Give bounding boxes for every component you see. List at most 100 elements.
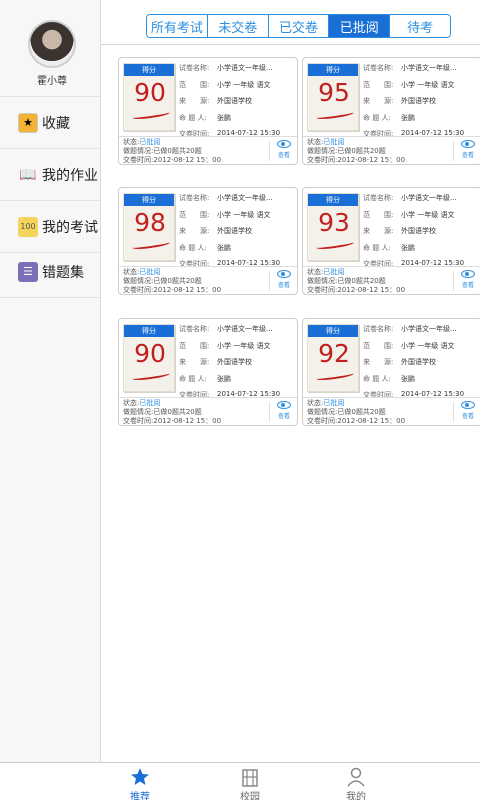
tab-upcoming[interactable]: 待考	[390, 15, 450, 37]
status-lines: 状态:已批阅 做题情况:已做0题共20题 交卷时间:2012-08-12 15：…	[307, 138, 405, 165]
exam-author: 张鹏	[217, 374, 231, 383]
exam-info: 试卷名称: 小学语文一年级... 范 围: 小学 一年级 语文 来 源: 外国语学校 …	[363, 63, 480, 146]
view-button[interactable]: 查看	[455, 400, 480, 420]
score-underline	[131, 370, 171, 382]
info-key: 范 围:	[179, 80, 210, 89]
view-button[interactable]: 查看	[455, 139, 480, 159]
deliver-time: 2012-08-12 15：00	[337, 417, 406, 425]
sidebar-item-mistakes[interactable]: ☰ 错题集	[0, 246, 101, 298]
progress-key: 做题情况:	[307, 147, 338, 155]
status-key: 状态:	[123, 138, 140, 146]
card-footer: 状态:已批阅 做题情况:已做0题共20题 交卷时间:2012-08-12 15：…	[303, 266, 480, 295]
score-paper: 得分 95	[307, 63, 359, 131]
info-key: 范 围:	[363, 80, 394, 89]
info-key: 范 围:	[179, 341, 210, 350]
status-badge: 已批阅	[139, 399, 161, 407]
tab-submitted[interactable]: 已交卷	[268, 15, 330, 37]
footer-divider	[453, 141, 454, 161]
view-button[interactable]: 查看	[271, 269, 297, 289]
exam-paper-icon: 100	[18, 216, 38, 237]
bottom-nav-label: 我的	[346, 792, 366, 800]
view-label: 查看	[277, 152, 290, 159]
exam-card[interactable]: 得分 98 试卷名称: 小学语文一年级... 范 围: 小学 一年级 语文 来 源:…	[118, 187, 298, 295]
tab-all-exams[interactable]: 所有考试	[147, 15, 208, 37]
status-badge: 已批阅	[139, 138, 161, 146]
tab-graded[interactable]: 已批阅	[329, 15, 391, 37]
exam-card[interactable]: 得分 93 试卷名称: 小学语文一年级... 范 围: 小学 一年级 语文 来 源:…	[302, 187, 480, 295]
sidebar-item-favorites[interactable]: ★ 收藏	[0, 97, 101, 149]
view-button[interactable]: 查看	[271, 139, 297, 159]
deliver-time: 2012-08-12 15：00	[337, 286, 406, 294]
progress-value: 已做0题共20题	[337, 277, 386, 285]
info-key: 范 围:	[363, 341, 394, 350]
exam-card[interactable]: 得分 90 试卷名称: 小学语文一年级... 范 围: 小学 一年级 语文 来 源:…	[118, 57, 298, 165]
score-underline	[315, 239, 355, 251]
info-key: 来 源:	[179, 227, 210, 235]
building-icon	[220, 766, 280, 788]
info-key: 来 源:	[179, 358, 210, 366]
info-key: 命 题 人:	[179, 113, 207, 122]
exam-author: 张鹏	[217, 243, 231, 252]
tab-not-submitted[interactable]: 未交卷	[207, 15, 269, 37]
bottom-nav-label: 推荐	[130, 792, 150, 800]
score-header: 得分	[308, 325, 358, 337]
footer-divider	[453, 271, 454, 291]
bottom-nav-recommend[interactable]: 推荐	[110, 763, 170, 800]
footer-divider	[269, 271, 270, 291]
deliver-time: 2012-08-12 15：00	[153, 156, 222, 164]
exam-info: 试卷名称: 小学语文一年级... 范 围: 小学 一年级 语文 来 源: 外国语学校 …	[179, 193, 297, 276]
exam-name: 小学语文一年级...	[401, 325, 457, 333]
progress-value: 已做0题共20题	[153, 408, 202, 416]
info-key: 命 题 人:	[363, 374, 391, 383]
avatar[interactable]	[28, 20, 76, 68]
view-label: 查看	[277, 282, 290, 289]
exam-scope: 小学 一年级 语文	[217, 80, 271, 89]
status-badge: 已批阅	[323, 138, 345, 146]
exam-card[interactable]: 得分 95 试卷名称: 小学语文一年级... 范 围: 小学 一年级 语文 来 源:…	[302, 57, 480, 165]
info-key: 来 源:	[179, 97, 210, 105]
score-header: 得分	[124, 64, 174, 76]
view-label: 查看	[461, 413, 474, 420]
username: 霍小尊	[37, 76, 67, 87]
progress-key: 做题情况:	[123, 147, 154, 155]
exam-card[interactable]: 得分 92 试卷名称: 小学语文一年级... 范 围: 小学 一年级 语文 来 源:…	[302, 318, 480, 426]
exam-card[interactable]: 得分 90 试卷名称: 小学语文一年级... 范 围: 小学 一年级 语文 来 源:…	[118, 318, 298, 426]
exam-info: 试卷名称: 小学语文一年级... 范 围: 小学 一年级 语文 来 源: 外国语学校 …	[363, 324, 480, 407]
score-value: 93	[318, 208, 350, 237]
card-footer: 状态:已批阅 做题情况:已做0题共20题 交卷时间:2012-08-12 15：…	[119, 136, 297, 165]
info-key: 试卷名称:	[363, 325, 394, 333]
score-value: 90	[134, 339, 166, 368]
exam-name: 小学语文一年级...	[217, 325, 273, 333]
deliver-time: 2012-08-12 15：00	[153, 417, 222, 425]
deliver-key: 交卷时间:	[307, 417, 338, 425]
view-button[interactable]: 查看	[455, 269, 480, 289]
exam-info: 试卷名称: 小学语文一年级... 范 围: 小学 一年级 语文 来 源: 外国语学校 …	[363, 193, 480, 276]
view-button[interactable]: 查看	[271, 400, 297, 420]
exam-name: 小学语文一年级...	[401, 64, 457, 72]
score-header: 得分	[124, 325, 174, 337]
deliver-time: 2012-08-12 15：00	[337, 156, 406, 164]
info-key: 来 源:	[363, 227, 394, 235]
status-key: 状态:	[307, 268, 324, 276]
score-underline	[131, 109, 171, 121]
bottom-nav-campus[interactable]: 校园	[220, 763, 280, 800]
info-key: 命 题 人:	[179, 243, 207, 252]
score-value: 90	[134, 78, 166, 107]
progress-value: 已做0题共20题	[337, 408, 386, 416]
status-badge: 已批阅	[323, 268, 345, 276]
exam-scope: 小学 一年级 语文	[401, 80, 455, 89]
progress-value: 已做0题共20题	[153, 147, 202, 155]
sidebar-item-homework[interactable]: 📖 我的作业	[0, 149, 101, 201]
score-underline	[131, 239, 171, 251]
eye-icon	[461, 401, 475, 409]
status-lines: 状态:已批阅 做题情况:已做0题共20题 交卷时间:2012-08-12 15：…	[307, 399, 405, 426]
status-key: 状态:	[307, 399, 324, 407]
footer-divider	[453, 402, 454, 422]
eye-icon	[277, 140, 291, 148]
exam-source: 外国语学校	[217, 97, 252, 105]
person-icon	[326, 766, 386, 788]
score-paper: 得分 92	[307, 324, 359, 392]
sidebar: 霍小尊 ★ 收藏 📖 我的作业 100 我的考试 ☰ 错题集	[0, 0, 101, 762]
info-key: 范 围:	[363, 210, 394, 219]
bottom-nav-mine[interactable]: 我的	[326, 763, 386, 800]
